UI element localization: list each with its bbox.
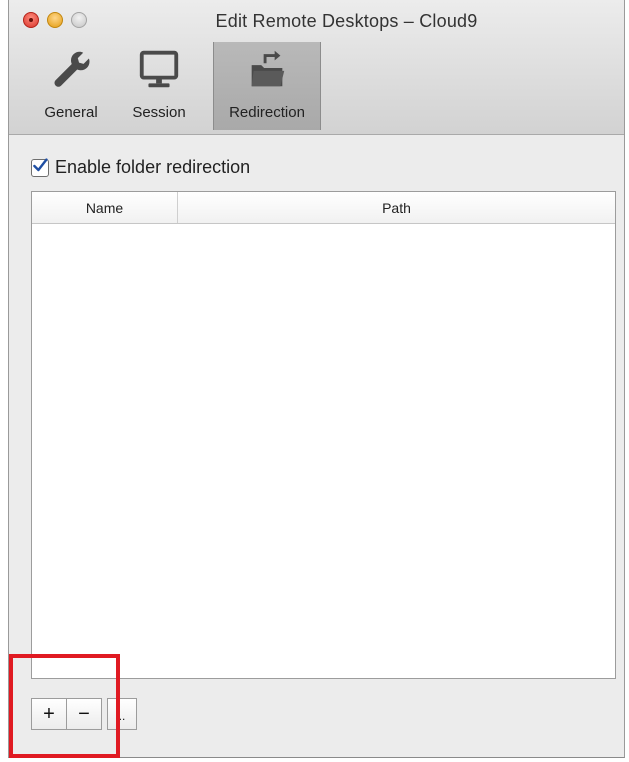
enable-folder-redirection-row[interactable]: Enable folder redirection xyxy=(31,157,250,178)
tab-general-label: General xyxy=(44,104,98,121)
checkmark-icon xyxy=(33,158,48,172)
window-title: Edit Remote Desktops – Cloud9 xyxy=(215,11,478,31)
add-button[interactable]: + xyxy=(31,698,67,730)
monitor-icon xyxy=(139,50,179,88)
edit-remote-desktops-window: Edit Remote Desktops – Cloud9 General Se… xyxy=(8,0,625,758)
more-options-button[interactable]: .. xyxy=(107,698,137,730)
table-button-bar: + − .. xyxy=(31,698,137,730)
redirection-pane: Enable folder redirection Name Path + − … xyxy=(9,135,624,758)
enable-folder-redirection-checkbox[interactable] xyxy=(31,158,49,177)
preferences-toolbar: General Session Redirection xyxy=(27,42,321,130)
tab-session-label: Session xyxy=(132,104,186,121)
remove-button[interactable]: − xyxy=(66,698,102,730)
title-bar: Edit Remote Desktops – Cloud9 General Se… xyxy=(9,0,624,135)
column-header-name[interactable]: Name xyxy=(32,192,178,223)
enable-folder-redirection-label: Enable folder redirection xyxy=(55,157,251,177)
column-header-path[interactable]: Path xyxy=(178,192,615,223)
tab-session[interactable]: Session xyxy=(115,42,203,130)
redirection-table[interactable]: Name Path xyxy=(31,191,616,679)
table-header: Name Path xyxy=(32,192,615,224)
tab-redirection-label: Redirection xyxy=(229,104,305,121)
tab-redirection[interactable]: Redirection xyxy=(213,42,321,130)
wrench-icon xyxy=(54,51,90,87)
tab-general[interactable]: General xyxy=(27,42,115,130)
folder-redirect-icon xyxy=(251,50,285,87)
